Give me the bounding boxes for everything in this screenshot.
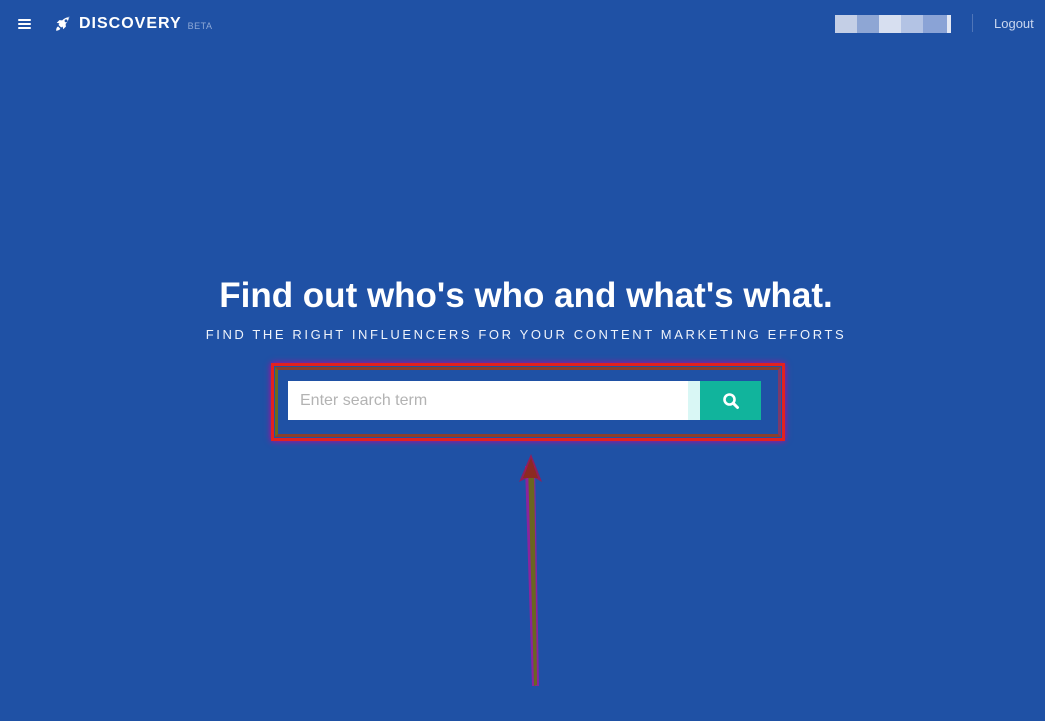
brand-logo-link[interactable]: DISCOVERY BETA (54, 14, 213, 34)
search-input-edge (688, 381, 700, 420)
hamburger-menu-icon[interactable] (16, 15, 34, 33)
brand-name: DISCOVERY (79, 15, 182, 32)
logout-link[interactable]: Logout (994, 16, 1034, 31)
rocket-icon (56, 16, 70, 31)
annotation-arrow (519, 454, 542, 686)
beta-badge: BETA (187, 21, 213, 31)
search-button[interactable] (700, 381, 761, 420)
top-navigation-bar: DISCOVERY BETA Logout (0, 0, 1045, 48)
header-divider (972, 14, 973, 32)
hero-title: Find out who's who and what's what. (219, 276, 833, 315)
user-account-redacted[interactable] (835, 15, 951, 33)
search-input[interactable] (288, 381, 688, 420)
search-icon (722, 392, 739, 409)
hero-subtitle: FIND THE RIGHT INFLUENCERS FOR YOUR CONT… (205, 327, 847, 342)
